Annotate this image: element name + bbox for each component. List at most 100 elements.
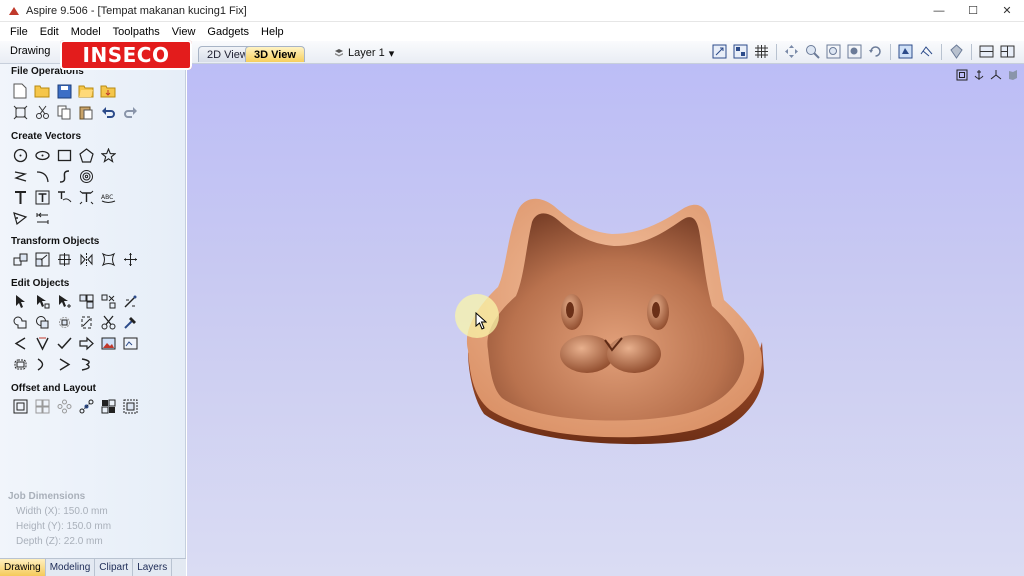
close-button[interactable]: ✕	[990, 0, 1024, 22]
node-edit-icon[interactable]	[33, 292, 51, 310]
menu-file[interactable]: File	[4, 26, 34, 38]
new-file-icon[interactable]	[11, 82, 29, 100]
tab-3d-view[interactable]: 3D View	[245, 46, 305, 62]
job-dimensions: Job Dimensions Width (X): 150.0 mm Heigh…	[8, 489, 111, 549]
menu-view[interactable]: View	[166, 26, 202, 38]
paste-icon[interactable]	[77, 103, 95, 121]
polyline-icon[interactable]	[11, 167, 29, 185]
menu-toolpaths[interactable]: Toolpaths	[107, 26, 166, 38]
save-icon[interactable]	[55, 82, 73, 100]
ungroup-icon[interactable]	[99, 292, 117, 310]
scissors-icon[interactable]	[99, 313, 117, 331]
fillet-vector-icon[interactable]	[33, 334, 51, 352]
select-icon[interactable]	[11, 292, 29, 310]
rectangle-icon[interactable]	[55, 146, 73, 164]
menu-gadgets[interactable]: Gadgets	[201, 26, 255, 38]
snap-grid-icon[interactable]	[732, 43, 749, 60]
close-vector-icon[interactable]	[77, 313, 95, 331]
anchor-icon[interactable]	[972, 68, 986, 82]
view-top-icon[interactable]	[955, 68, 969, 82]
tab-drawing[interactable]: Drawing	[0, 559, 46, 576]
auto-layout-text-icon[interactable]	[55, 188, 73, 206]
curve-fit-icon[interactable]	[11, 334, 29, 352]
rotate-view-icon[interactable]	[867, 43, 884, 60]
create-vectors-row-3: ABC	[11, 188, 117, 206]
star-icon[interactable]	[99, 146, 117, 164]
trim-icon[interactable]	[33, 313, 51, 331]
check-icon[interactable]	[55, 334, 73, 352]
layer-selector[interactable]: Layer 1 ▾	[334, 45, 394, 61]
undo-icon[interactable]	[99, 103, 117, 121]
view-axes-icon[interactable]	[989, 68, 1003, 82]
section-title-create-vectors: Create Vectors	[11, 131, 82, 142]
transform-icon[interactable]	[55, 292, 73, 310]
arc-icon[interactable]	[33, 167, 51, 185]
polygon-icon[interactable]	[77, 146, 95, 164]
menu-model[interactable]: Model	[65, 26, 107, 38]
distort-icon[interactable]	[99, 250, 117, 268]
shade-model-icon[interactable]	[897, 43, 914, 60]
circle-icon[interactable]	[11, 146, 29, 164]
curve-icon[interactable]	[55, 167, 73, 185]
align-icon[interactable]	[121, 250, 139, 268]
trace-icon[interactable]	[121, 334, 139, 352]
move-icon[interactable]	[11, 250, 29, 268]
join-icon[interactable]	[55, 313, 73, 331]
smart-snap-icon[interactable]	[121, 292, 139, 310]
cut-icon[interactable]	[33, 103, 51, 121]
inner-icon[interactable]	[55, 355, 73, 373]
text-icon[interactable]	[11, 188, 29, 206]
material-icon[interactable]	[948, 43, 965, 60]
maximize-button[interactable]: ☐	[956, 0, 990, 22]
step-repeat-icon[interactable]	[99, 397, 117, 415]
open-folder-icon[interactable]	[77, 82, 95, 100]
circular-array-icon[interactable]	[55, 397, 73, 415]
layout-view-icon[interactable]	[999, 43, 1016, 60]
minimize-button[interactable]: —	[922, 0, 956, 22]
mirror-icon[interactable]	[77, 250, 95, 268]
smooth-icon[interactable]	[121, 313, 139, 331]
vector-text-icon[interactable]: ABC	[99, 188, 117, 206]
import-icon[interactable]	[99, 82, 117, 100]
ellipse-icon[interactable]	[33, 146, 51, 164]
fillet-icon[interactable]	[33, 209, 51, 227]
text-on-curve-icon[interactable]	[33, 188, 51, 206]
group-icon[interactable]	[77, 292, 95, 310]
open-file-icon[interactable]	[33, 82, 51, 100]
fit-drawing-icon[interactable]	[711, 43, 728, 60]
zoom-box-icon[interactable]	[825, 43, 842, 60]
menu-help[interactable]: Help	[255, 26, 290, 38]
nest-icon[interactable]	[77, 397, 95, 415]
brand-logo: INSECO	[60, 40, 192, 70]
fit-view-icon[interactable]	[11, 103, 29, 121]
bend-text-icon[interactable]	[77, 188, 95, 206]
dimension-icon[interactable]	[11, 209, 29, 227]
redo-icon[interactable]	[121, 103, 139, 121]
spiral-icon[interactable]	[77, 167, 95, 185]
zoom-fit-icon[interactable]	[846, 43, 863, 60]
scale-icon[interactable]	[33, 250, 51, 268]
outer-icon[interactable]	[77, 355, 95, 373]
tab-layers[interactable]: Layers	[133, 559, 173, 576]
offset-arrow-icon[interactable]	[77, 334, 95, 352]
image-icon[interactable]	[99, 334, 117, 352]
array-copy-icon[interactable]	[33, 397, 51, 415]
extend-icon[interactable]	[33, 355, 51, 373]
copy-along-icon[interactable]	[121, 397, 139, 415]
menu-edit[interactable]: Edit	[34, 26, 65, 38]
zoom-icon[interactable]	[804, 43, 821, 60]
view-iso-icon[interactable]	[1006, 68, 1020, 82]
3d-viewport[interactable]	[187, 64, 1024, 576]
copy-icon[interactable]	[55, 103, 73, 121]
weld-icon[interactable]	[11, 313, 29, 331]
boundary-icon[interactable]	[11, 355, 29, 373]
tab-clipart[interactable]: Clipart	[95, 559, 134, 576]
tab-modeling[interactable]: Modeling	[46, 559, 96, 576]
pan-icon[interactable]	[783, 43, 800, 60]
offset-icon[interactable]	[11, 397, 29, 415]
split-view-icon[interactable]	[978, 43, 995, 60]
create-vectors-row-1	[11, 146, 117, 164]
wireframe-icon[interactable]	[918, 43, 935, 60]
rotate-icon[interactable]	[55, 250, 73, 268]
grid-icon[interactable]	[753, 43, 770, 60]
